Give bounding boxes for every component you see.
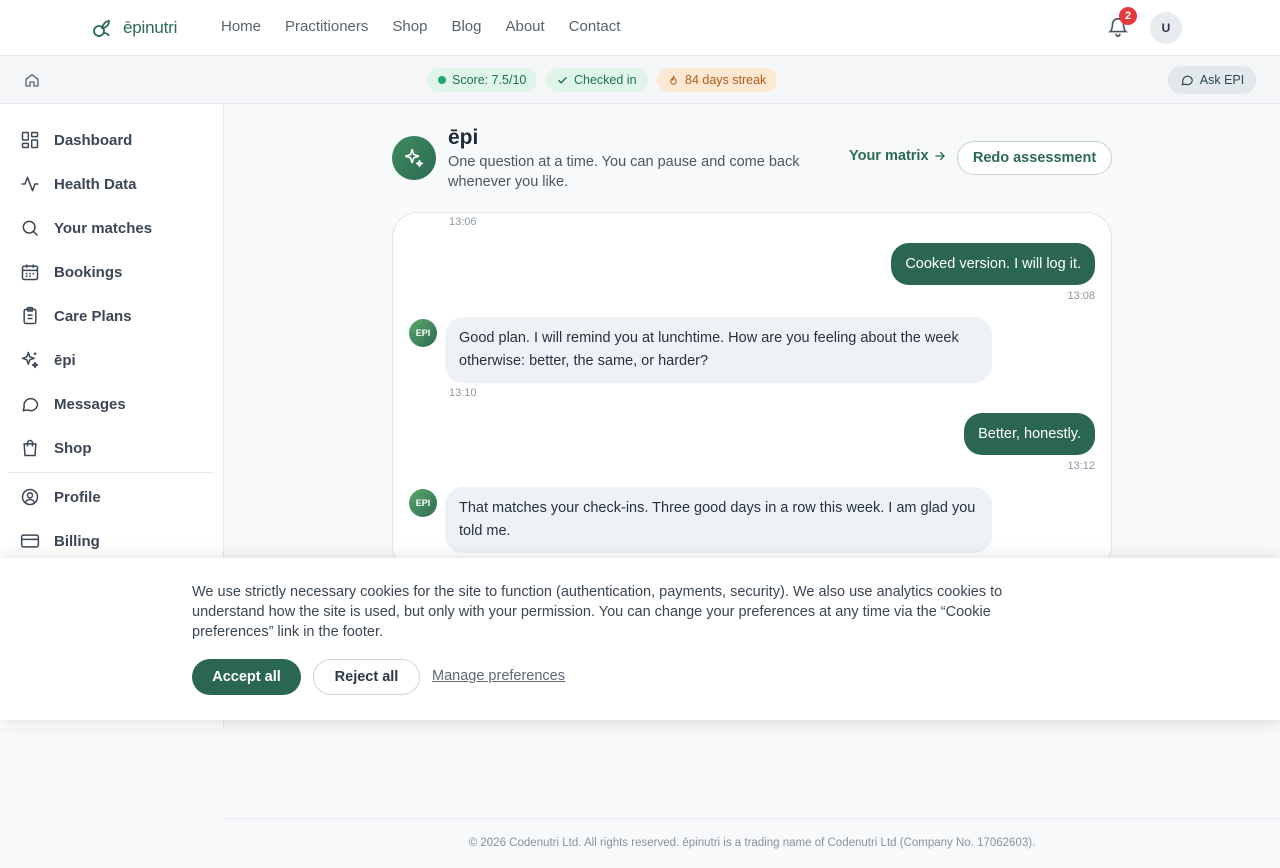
user-message: Better, honestly. (964, 413, 1095, 455)
bot-avatar: EPI (409, 319, 437, 347)
your-matrix-link[interactable]: Your matrix (849, 148, 947, 164)
dashboard-icon (21, 131, 39, 149)
shopping-bag-icon (23, 439, 37, 457)
chat-bubble-icon (1181, 75, 1193, 86)
score-badge: Score: 7.5/10 (427, 68, 538, 92)
manage-preferences-link[interactable]: Manage preferences (432, 668, 565, 684)
sidebar-item-care-plans[interactable]: Care Plans (20, 304, 132, 328)
message-timestamp: 13:08 (1067, 290, 1095, 302)
bot-message: Good plan. I will remind you at lunchtim… (445, 317, 992, 383)
sidebar-item-bookings[interactable]: Bookings (20, 260, 122, 284)
sidebar-item-label: Shop (54, 439, 92, 457)
top-nav: ēpinutri Home Practitioners Shop Blog Ab… (0, 0, 1280, 56)
user-message: Cooked version. I will log it. (891, 243, 1095, 285)
sidebar-item-epi[interactable]: ēpi (20, 348, 76, 372)
footer: © 2026 Codenutri Ltd. All rights reserve… (224, 818, 1280, 868)
sidebar-item-label: Health Data (54, 175, 137, 193)
nav-home[interactable]: Home (221, 18, 261, 35)
sidebar-item-label: ēpi (54, 351, 76, 369)
sidebar-divider (8, 472, 214, 473)
nav-about[interactable]: About (505, 18, 544, 35)
accept-all-button[interactable]: Accept all (192, 659, 301, 695)
footer-copyright: © 2026 Codenutri Ltd. All rights reserve… (468, 837, 1036, 849)
avatar[interactable]: U (1150, 12, 1182, 44)
nav-contact[interactable]: Contact (569, 18, 621, 35)
brand-logo[interactable]: ēpinutri (90, 16, 177, 40)
bot-avatar: EPI (409, 489, 437, 517)
user-circle-icon (21, 488, 39, 506)
sparkles-icon (21, 351, 39, 369)
checked-in-label: Checked in (574, 73, 637, 87)
main-nav: Home Practitioners Shop Blog About Conta… (221, 18, 620, 35)
epi-avatar (392, 136, 436, 180)
message-timestamp: 13:12 (1067, 460, 1095, 472)
streak-badge: 84 days streak (657, 68, 778, 92)
page-subtitle: One question at a time. You can pause an… (448, 154, 800, 190)
sidebar-item-your-matches[interactable]: Your matches (20, 216, 152, 240)
sidebar-item-billing[interactable]: Billing (20, 529, 100, 553)
cookie-text: We use strictly necessary cookies for th… (192, 584, 1003, 640)
sidebar-item-label: Dashboard (54, 131, 133, 149)
brand-name: ēpinutri (123, 18, 178, 37)
sidebar-item-label: Billing (54, 532, 100, 550)
sidebar-item-shop[interactable]: Shop (20, 436, 92, 460)
message-timestamp: 13:10 (449, 387, 477, 399)
sidebar-item-label: Profile (54, 488, 101, 506)
sidebar-item-label: Messages (54, 395, 126, 413)
reject-all-button[interactable]: Reject all (313, 659, 420, 695)
sidebar-item-profile[interactable]: Profile (20, 485, 101, 509)
your-matrix-label: Your matrix (849, 148, 929, 164)
flame-icon (670, 74, 677, 85)
checked-in-badge: Checked in (546, 68, 648, 92)
score-label: Score: 7.5/10 (452, 73, 527, 87)
nav-practitioners[interactable]: Practitioners (285, 18, 368, 35)
page-title: ēpi (448, 126, 479, 149)
home-icon[interactable] (24, 72, 40, 88)
cookie-banner: We use strictly necessary cookies for th… (0, 558, 1280, 720)
search-icon (22, 220, 39, 237)
sidebar-item-label: Your matches (54, 219, 153, 237)
check-icon (558, 76, 567, 84)
status-bar: Score: 7.5/10 Checked in 84 days streak (0, 56, 1280, 104)
ask-epi-label: Ask EPI (1199, 73, 1245, 87)
nav-shop[interactable]: Shop (392, 18, 427, 35)
arrow-right-icon (934, 151, 945, 161)
notifications-button[interactable]: 2 (1107, 7, 1137, 40)
brand-mark-icon (93, 20, 110, 37)
calendar-icon (21, 264, 39, 281)
clipboard-icon (23, 306, 37, 325)
redo-assessment-button[interactable]: Redo assessment (957, 141, 1112, 175)
activity-icon (21, 176, 39, 192)
sparkles-icon (404, 148, 424, 168)
sidebar-item-label: Bookings (54, 263, 123, 281)
ask-epi-button[interactable]: Ask EPI (1168, 66, 1256, 94)
message-icon (22, 397, 39, 412)
nav-blog[interactable]: Blog (451, 18, 481, 35)
bot-message: That matches your check-ins. Three good … (445, 487, 992, 553)
chat-panel[interactable]: 13:06 Cooked version. I will log it. 13:… (392, 212, 1112, 572)
notification-badge: 2 (1119, 7, 1137, 25)
sidebar-item-label: Care Plans (54, 307, 132, 325)
message-timestamp: 13:06 (449, 216, 477, 228)
credit-card-icon (20, 534, 40, 548)
streak-label: 84 days streak (685, 73, 767, 87)
score-dot-icon (438, 76, 446, 84)
sidebar-item-dashboard[interactable]: Dashboard (20, 128, 132, 152)
sidebar-item-messages[interactable]: Messages (20, 392, 126, 416)
sidebar-item-health-data[interactable]: Health Data (20, 172, 137, 196)
